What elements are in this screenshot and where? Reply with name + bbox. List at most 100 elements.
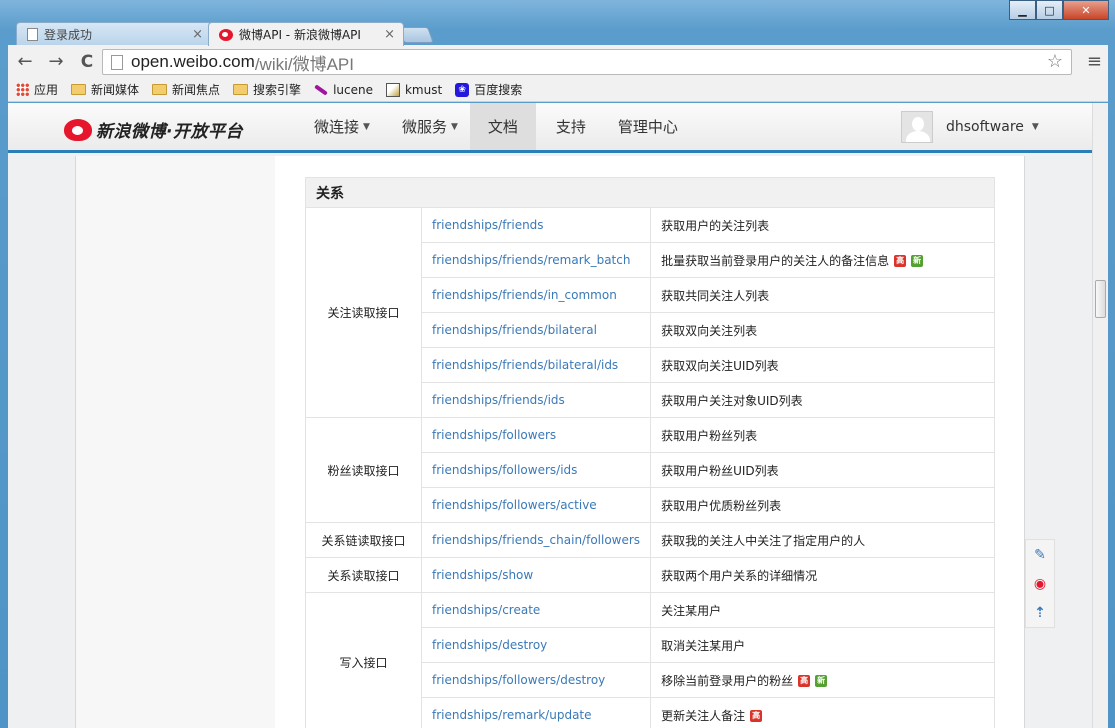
api-endpoint-link[interactable]: friendships/friends/bilateral/ids bbox=[420, 347, 652, 383]
chrome-menu-button[interactable]: ≡ bbox=[1087, 51, 1102, 72]
nav-label: 管理中心 bbox=[617, 118, 678, 136]
api-description-cell: 获取双向关注UID列表 bbox=[650, 347, 995, 383]
api-description: 移除当前登录用户的粉丝 bbox=[661, 673, 794, 688]
api-endpoint-link[interactable]: friendships/friends/ids bbox=[420, 382, 652, 418]
api-description: 获取用户粉丝UID列表 bbox=[661, 463, 779, 478]
user-name: dhsoftware bbox=[946, 119, 1024, 135]
advanced-badge: 高 bbox=[750, 710, 763, 722]
api-description: 获取用户的关注列表 bbox=[661, 218, 770, 233]
bookmarks-bar: 应用 新闻媒体 新闻焦点 搜索引擎 lucene kmust ❀ 百度搜索 bbox=[8, 78, 1108, 102]
api-endpoint-link[interactable]: friendships/show bbox=[420, 557, 652, 593]
tab-strip: 登录成功 × 微博API - 新浪微博API × bbox=[8, 18, 1108, 46]
bookmark-star-icon[interactable]: ☆ bbox=[1047, 51, 1063, 72]
api-group-label: 关注读取接口 bbox=[305, 207, 422, 418]
table-row: 关系读取接口 friendships/show 获取两个用户关系的详细情况 bbox=[305, 557, 995, 593]
weibo-eye-icon bbox=[64, 118, 92, 141]
api-group-label: 关系读取接口 bbox=[305, 557, 422, 593]
weibo-share-icon[interactable]: ◉ bbox=[1026, 569, 1054, 598]
page-scrollbar[interactable] bbox=[1092, 103, 1108, 728]
api-endpoint-link[interactable]: friendships/create bbox=[420, 592, 652, 628]
avatar[interactable] bbox=[901, 111, 933, 143]
scrollbar-thumb[interactable] bbox=[1095, 280, 1106, 318]
api-endpoint-link[interactable]: friendships/friends bbox=[420, 207, 652, 243]
tab-title: 登录成功 bbox=[44, 28, 93, 42]
nav-label: 微服务 bbox=[401, 118, 447, 136]
api-description: 批量获取当前登录用户的关注人的备注信息 bbox=[661, 253, 890, 268]
api-description-cell: 获取用户粉丝UID列表 bbox=[650, 452, 995, 488]
bookmark-label: 新闻媒体 bbox=[91, 83, 140, 97]
baidu-paw-icon: ❀ bbox=[455, 82, 470, 97]
bookmark-kmust[interactable]: kmust bbox=[385, 82, 442, 97]
api-endpoint-link[interactable]: friendships/followers/ids bbox=[420, 452, 652, 488]
api-endpoint-link[interactable]: friendships/friends/bilateral bbox=[420, 312, 652, 348]
tab-close-icon[interactable]: × bbox=[384, 27, 395, 42]
bookmark-apps[interactable]: 应用 bbox=[16, 81, 58, 98]
kmust-icon bbox=[385, 82, 400, 97]
api-description-cell: 获取用户的关注列表 bbox=[650, 207, 995, 243]
logo-text: 新浪微博·开放平台 bbox=[96, 122, 243, 142]
tab-weibo-api[interactable]: 微博API - 新浪微博API × bbox=[208, 22, 404, 46]
user-menu[interactable]: dhsoftware ▼ bbox=[901, 111, 1039, 143]
back-button[interactable]: ← bbox=[11, 49, 39, 75]
feedback-edit-icon[interactable]: ✎ bbox=[1026, 540, 1054, 569]
tab-login-success[interactable]: 登录成功 × bbox=[16, 22, 212, 46]
api-description-cell: 获取双向关注列表 bbox=[650, 312, 995, 348]
api-group-label: 粉丝读取接口 bbox=[305, 417, 422, 523]
page-viewport: 新浪微博·开放平台 微连接 ▼ 微服务 ▼ 文档 支持 管理中心 dhsoftwar… bbox=[8, 103, 1092, 728]
api-endpoint-link[interactable]: friendships/followers/destroy bbox=[420, 662, 652, 698]
tab-close-icon[interactable]: × bbox=[192, 27, 203, 42]
table-row: 写入接口 friendships/create 关注某用户 bbox=[305, 592, 995, 728]
site-nav: 微连接 ▼ 微服务 ▼ 文档 支持 管理中心 bbox=[304, 103, 700, 150]
api-endpoint-link[interactable]: friendships/followers bbox=[420, 417, 652, 453]
api-description: 更新关注人备注 bbox=[661, 708, 746, 723]
site-logo[interactable]: 新浪微博·开放平台 bbox=[64, 117, 243, 142]
api-description: 获取用户优质粉丝列表 bbox=[661, 498, 782, 513]
api-description-cell: 获取用户优质粉丝列表 bbox=[650, 487, 995, 523]
api-endpoint-link[interactable]: friendships/friends/in_common bbox=[420, 277, 652, 313]
url-host: open.weibo.com bbox=[131, 52, 255, 71]
bookmark-lucene[interactable]: lucene bbox=[314, 83, 373, 97]
api-description-cell: 获取共同关注人列表 bbox=[650, 277, 995, 313]
url-path: /wiki/微博API bbox=[254, 54, 354, 74]
minimize-button[interactable]: ▁ bbox=[1009, 0, 1036, 20]
bookmark-folder-news-media[interactable]: 新闻媒体 bbox=[71, 81, 139, 98]
bookmark-folder-news-focus[interactable]: 新闻焦点 bbox=[152, 81, 220, 98]
nav-docs[interactable]: 文档 bbox=[469, 103, 536, 150]
api-endpoint-link[interactable]: friendships/remark/update bbox=[420, 697, 652, 728]
new-badge: 新 bbox=[911, 255, 924, 267]
api-endpoint-link[interactable]: friendships/friends_chain/followers bbox=[420, 522, 652, 558]
bookmark-folder-search-engines[interactable]: 搜索引擎 bbox=[233, 81, 301, 98]
api-description-cell: 批量获取当前登录用户的关注人的备注信息高新 bbox=[650, 242, 995, 278]
nav-weiconnect[interactable]: 微连接 ▼ bbox=[304, 103, 380, 150]
bookmark-label: 应用 bbox=[34, 83, 59, 97]
address-bar[interactable]: open.weibo.com/wiki/微博API ☆ bbox=[102, 49, 1072, 75]
browser-toolbar: ← → C open.weibo.com/wiki/微博API ☆ ≡ bbox=[8, 45, 1108, 78]
api-description-cell: 获取用户关注对象UID列表 bbox=[650, 382, 995, 418]
api-description: 获取我的关注人中关注了指定用户的人 bbox=[661, 533, 866, 548]
api-description: 获取两个用户关系的详细情况 bbox=[661, 568, 818, 583]
api-endpoint-link[interactable]: friendships/destroy bbox=[420, 627, 652, 663]
chevron-down-icon: ▼ bbox=[450, 121, 458, 132]
bookmark-label: lucene bbox=[333, 82, 373, 97]
table-row: 关系链读取接口 friendships/friends_chain/followe… bbox=[305, 522, 995, 558]
api-endpoint-link[interactable]: friendships/followers/active bbox=[420, 487, 652, 523]
api-description: 获取双向关注列表 bbox=[661, 323, 758, 338]
close-window-button[interactable]: ✕ bbox=[1063, 0, 1109, 20]
bookmark-baidu[interactable]: ❀ 百度搜索 bbox=[455, 81, 522, 98]
nav-admin-center[interactable]: 管理中心 bbox=[608, 103, 688, 150]
table-row: 粉丝读取接口 friendships/followers 获取用户粉丝列表 bbox=[305, 417, 995, 523]
maximize-button[interactable]: □ bbox=[1036, 0, 1063, 20]
api-endpoint-link[interactable]: friendships/friends/remark_batch bbox=[420, 242, 652, 278]
forward-button[interactable]: → bbox=[42, 49, 70, 75]
back-to-top-icon[interactable]: ⇡ bbox=[1026, 598, 1054, 627]
reload-button[interactable]: C bbox=[73, 49, 101, 75]
api-description-cell: 取消关注某用户 bbox=[650, 627, 995, 663]
nav-label: 支持 bbox=[555, 118, 586, 136]
nav-weiservice[interactable]: 微服务 ▼ bbox=[392, 103, 468, 150]
floating-toolbar: ✎ ◉ ⇡ bbox=[1025, 539, 1055, 628]
api-description: 取消关注某用户 bbox=[661, 638, 746, 653]
folder-icon bbox=[152, 84, 168, 95]
nav-support[interactable]: 支持 bbox=[546, 103, 596, 150]
api-description-cell: 更新关注人备注高 bbox=[650, 697, 995, 728]
api-group-label: 关系链读取接口 bbox=[305, 522, 422, 558]
